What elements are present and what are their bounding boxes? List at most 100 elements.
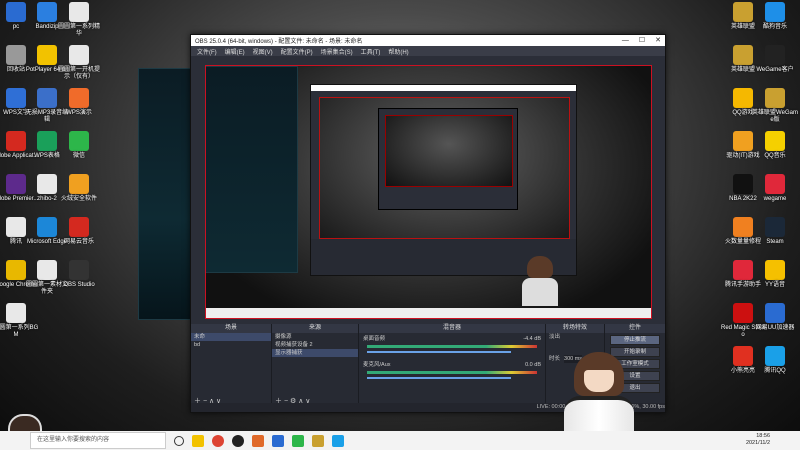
source-item[interactable]: 摄像源 [272, 333, 358, 341]
transition-type[interactable]: 淡出 [546, 333, 604, 341]
app-icon [733, 131, 753, 151]
transitions-title: 转场特效 [546, 324, 604, 333]
app-icon [733, 2, 753, 22]
desktop-icon[interactable]: WeGame客户 [752, 45, 798, 74]
menu-tools[interactable]: 工具(T) [361, 47, 381, 56]
desktop-icon[interactable]: OBS Studio [56, 260, 102, 289]
app-icon [37, 260, 57, 280]
desktop-icon[interactable]: Steam [752, 217, 798, 246]
desktop-icon[interactable]: 圆圆第一开机提示（仅有） [56, 45, 102, 81]
track-name: 桌面音频 [363, 336, 386, 342]
mixer-track: 桌面音频 -4.4 dB [359, 333, 545, 355]
app-icon [37, 217, 57, 237]
track-name: 麦克风/Aux [363, 362, 391, 368]
scenes-title: 场景 [191, 324, 271, 333]
menu-profile[interactable]: 配置文件(P) [281, 47, 313, 56]
desktop-icon-label: 圆圆第一系列BGM [0, 325, 39, 338]
preview-nested-window [310, 84, 577, 276]
desktop-icon[interactable]: 网易云音乐 [56, 217, 102, 246]
source-item[interactable]: 显示器捕获 [272, 349, 358, 357]
desktop-icon-label: 酷狗音乐 [762, 24, 787, 30]
desktop-icon[interactable]: 酷狗音乐 [752, 2, 798, 31]
menu-help[interactable]: 帮助(H) [388, 47, 408, 56]
app-icon [69, 217, 89, 237]
sources-dock: 来源 摄像源 视频捕获设备 2 显示器捕获 ＋ − ⚙ ∧ ∨ [272, 324, 359, 412]
app-icon [69, 88, 89, 108]
track-db: -4.4 dB [523, 336, 541, 342]
clock-time: 18:56 [756, 433, 770, 439]
menu-file[interactable]: 文件(F) [197, 47, 217, 56]
app-icon [69, 174, 89, 194]
app-icon[interactable] [272, 434, 284, 447]
app-icon [765, 346, 785, 366]
track-db: 0.0 dB [525, 362, 541, 368]
desktop-icon[interactable]: 微信 [56, 131, 102, 160]
preview-taskbar [206, 308, 651, 318]
desktop-icon[interactable]: 网易UU加速器 [752, 303, 798, 332]
desktop-icon-label: OBS Studio [63, 282, 95, 288]
desktop-icon[interactable]: 圆圆第一系列BGM [0, 303, 39, 339]
volume-slider[interactable] [367, 377, 511, 379]
menu-scene-collection[interactable]: 场景集合(S) [321, 47, 353, 56]
app-icon [733, 45, 753, 65]
file-explorer-icon[interactable] [192, 434, 204, 447]
app-icon [765, 2, 785, 22]
maximize-icon[interactable]: ☐ [639, 35, 645, 46]
desktop-icon-label: WeGame客户 [756, 67, 794, 73]
vtuber-avatar [560, 352, 638, 436]
scene-item[interactable]: bd [191, 341, 271, 349]
desktop-icon-label: wegame [763, 196, 787, 202]
preview-game-window [206, 66, 298, 273]
app-icon [765, 131, 785, 151]
taskbar-search[interactable]: 在这里输入你要搜索的内容 [30, 432, 166, 449]
volume-slider[interactable] [367, 351, 511, 353]
desktop-icon-label: 腾讯QQ [764, 368, 786, 374]
scene-item[interactable]: 未命 [191, 333, 271, 341]
desktop-icon[interactable]: 火绒安全软件 [56, 174, 102, 203]
close-icon[interactable]: ✕ [655, 35, 661, 46]
app-icon [6, 174, 26, 194]
desktop-icon[interactable]: 英雄联盟WeGame版 [752, 88, 798, 124]
app-icon [69, 131, 89, 151]
controls-title: 控件 [605, 324, 665, 333]
menu-edit[interactable]: 编辑(E) [225, 47, 245, 56]
search-placeholder: 在这里输入你要搜索的内容 [37, 437, 110, 443]
app-icon[interactable] [312, 434, 324, 447]
mixer-dock: 混音器 桌面音频 -4.4 dB 麦克风/Aux 0.0 dB [359, 324, 546, 412]
desktop-icon[interactable]: wegame [752, 174, 798, 203]
app-icon[interactable] [332, 434, 344, 447]
task-view-icon[interactable] [174, 435, 184, 446]
obs-icon[interactable] [232, 434, 244, 447]
minimize-icon[interactable]: — [622, 35, 629, 46]
desktop-icon[interactable]: WPS演示 [56, 88, 102, 117]
app-icon [765, 260, 785, 280]
desktop-icon[interactable]: 腾讯QQ [752, 346, 798, 375]
window-title: OBS 25.0.4 (64-bit, windows) - 配置文件: 未命名… [195, 39, 363, 45]
audio-meter [367, 345, 537, 348]
app-icon [733, 346, 753, 366]
desktop-icon[interactable]: QQ音乐 [752, 131, 798, 160]
app-icon [37, 2, 57, 22]
scenes-dock: 场景 未命 bd ＋ − ∧ ∨ [191, 324, 272, 412]
app-icon[interactable] [252, 434, 264, 447]
app-icon [69, 45, 89, 65]
mixer-title: 混音器 [359, 324, 545, 333]
stop-streaming-button[interactable]: 停止推流 [610, 335, 660, 345]
desktop-icon-label: YY语音 [764, 282, 785, 288]
app-icon [69, 260, 89, 280]
desktop-icon-label: 网易云音乐 [63, 239, 94, 245]
app-icon [733, 88, 753, 108]
desktop-icon-label: 圆圆第一系列精华 [57, 24, 100, 37]
source-item[interactable]: 视频捕获设备 2 [272, 341, 358, 349]
app-icon [765, 45, 785, 65]
obs-titlebar[interactable]: OBS 25.0.4 (64-bit, windows) - 配置文件: 未命名… [191, 35, 665, 46]
chrome-icon[interactable] [212, 434, 224, 447]
desktop-icon[interactable]: YY语音 [752, 260, 798, 289]
app-icon [37, 88, 57, 108]
preview-canvas[interactable] [205, 65, 652, 319]
desktop-icon-label: 微信 [72, 153, 85, 159]
app-icon[interactable] [292, 434, 304, 447]
taskbar-clock[interactable]: 18:56 2021/11/2 [746, 433, 770, 447]
desktop-icon[interactable]: 圆圆第一系列精华 [56, 2, 102, 38]
menu-view[interactable]: 视图(V) [253, 47, 273, 56]
